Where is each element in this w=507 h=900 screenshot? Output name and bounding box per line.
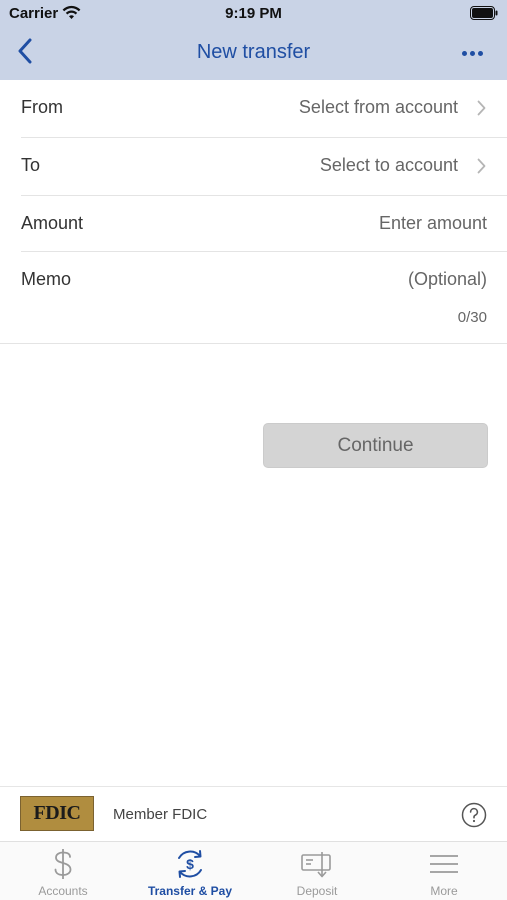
status-bar: Carrier 9:19 PM <box>0 0 507 28</box>
memo-char-count: 0/30 <box>457 309 487 326</box>
tab-transfer-pay[interactable]: $ Transfer & Pay <box>127 842 253 900</box>
tab-label: Accounts <box>38 884 88 898</box>
member-fdic-label: Member FDIC <box>113 806 208 823</box>
memo-input[interactable]: (Optional) <box>408 269 487 290</box>
ellipsis-icon <box>461 50 467 56</box>
tab-label: More <box>430 884 458 898</box>
chevron-right-icon <box>477 158 486 179</box>
fdic-footer: FDIC Member FDIC <box>0 786 507 841</box>
to-label: To <box>21 155 41 175</box>
transfer-icon: $ <box>127 848 253 880</box>
fdic-logo: FDIC <box>20 796 94 831</box>
tab-label: Transfer & Pay <box>147 884 233 898</box>
tab-label: Deposit <box>296 884 338 898</box>
nav-bar: New transfer <box>0 28 507 80</box>
menu-icon <box>381 848 507 880</box>
header-area: Carrier 9:19 PM New transfer <box>0 0 507 80</box>
tab-bar: Accounts $ Transfer & Pay Deposit More <box>0 841 507 900</box>
help-icon[interactable] <box>461 802 487 828</box>
fdic-logo-text: FDIC <box>33 802 81 824</box>
more-options-button[interactable] <box>457 42 487 64</box>
to-account-row[interactable]: To Select to account <box>21 138 507 196</box>
from-account-value: Select from account <box>298 97 458 117</box>
transfer-form: From Select from account To Select to ac… <box>0 80 507 344</box>
continue-button[interactable]: Continue <box>263 423 488 468</box>
page-title: New transfer <box>196 41 311 63</box>
from-label: From <box>21 97 63 117</box>
screen: Carrier 9:19 PM New transfer From Select… <box>0 0 507 900</box>
amount-label: Amount <box>21 213 84 233</box>
check-deposit-icon <box>254 848 380 880</box>
memo-label: Memo <box>21 269 72 289</box>
amount-row[interactable]: Amount Enter amount <box>21 196 507 252</box>
tab-accounts[interactable]: Accounts <box>0 842 126 900</box>
chevron-right-icon <box>477 100 486 121</box>
svg-text:$: $ <box>186 856 194 872</box>
status-time: 9:19 PM <box>225 5 282 22</box>
memo-row[interactable]: Memo (Optional) 0/30 <box>0 252 507 344</box>
to-account-value: Select to account <box>319 155 458 175</box>
tab-more[interactable]: More <box>381 842 507 900</box>
battery-icon <box>470 6 498 20</box>
from-account-row[interactable]: From Select from account <box>21 80 507 138</box>
tab-deposit[interactable]: Deposit <box>254 842 380 900</box>
dollar-icon <box>0 848 126 880</box>
amount-input[interactable]: Enter amount <box>379 213 487 234</box>
